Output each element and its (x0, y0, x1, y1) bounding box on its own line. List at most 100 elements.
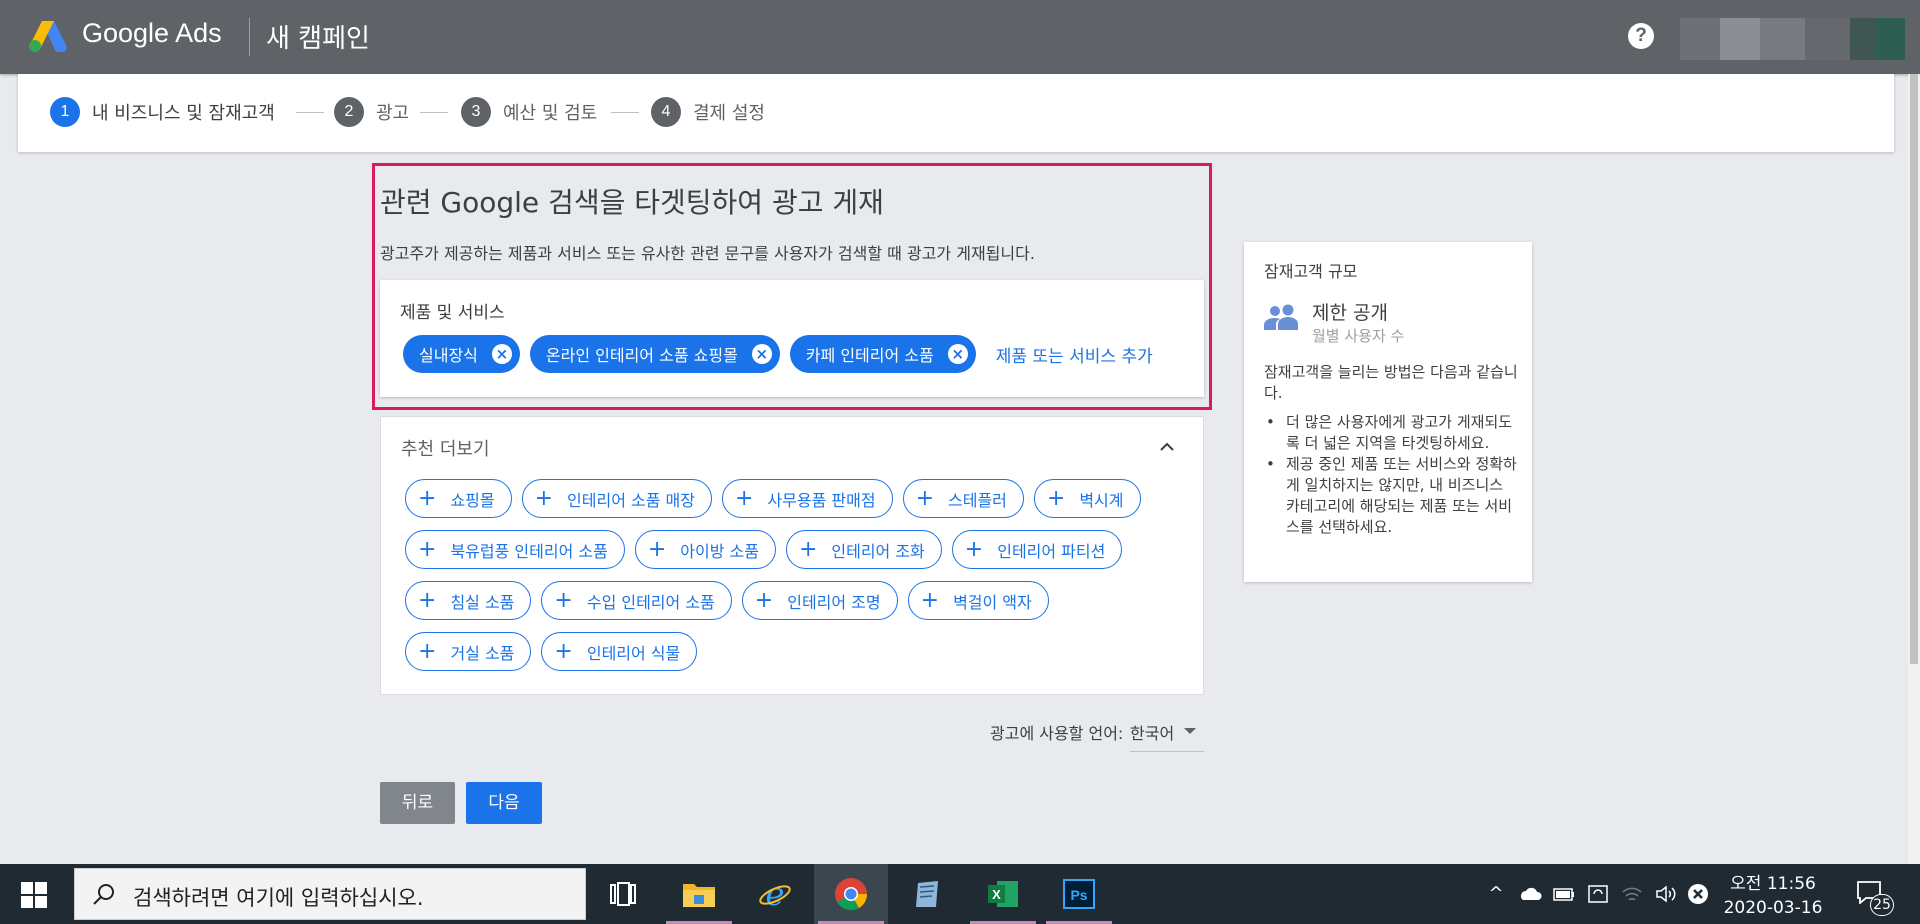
recommendation-chip[interactable]: + 거실 소품 (405, 632, 532, 671)
disconnected-icon[interactable] (1686, 882, 1710, 906)
plus-icon: + (734, 485, 754, 511)
recommendation-chip[interactable]: + 인테리어 조화 (785, 530, 942, 569)
taskbar-search-input[interactable]: 검색하려면 여기에 입력하십시오. (74, 868, 586, 920)
recommendation-chip[interactable]: + 스테플러 (902, 479, 1024, 518)
recommendation-chip[interactable]: + 인테리어 조명 (741, 581, 898, 620)
recommendation-chip[interactable]: + 벽걸이 액자 (907, 581, 1049, 620)
step-label: 결제 설정 (693, 103, 765, 124)
recommendation-chip[interactable]: + 침실 소품 (405, 581, 532, 620)
step-connector (611, 112, 639, 113)
sync-icon[interactable] (1586, 882, 1610, 906)
next-button[interactable]: 다음 (466, 782, 542, 824)
account-avatar[interactable] (1680, 18, 1905, 60)
internet-explorer-icon[interactable]: e (738, 864, 812, 924)
chevron-up-icon[interactable] (1155, 435, 1179, 459)
recommendation-chip[interactable]: + 쇼핑몰 (405, 479, 512, 518)
recommendations-title: 추천 더보기 (401, 439, 490, 460)
product-chip[interactable]: 카페 인테리어 소품 × (789, 335, 976, 373)
products-label: 제품 및 서비스 (400, 303, 505, 323)
recommendation-chip[interactable]: + 인테리어 식물 (541, 632, 698, 671)
page-title: 새 캠페인 (266, 24, 370, 54)
search-placeholder: 검색하려면 여기에 입력하십시오. (133, 886, 424, 910)
notepad-icon[interactable] (890, 864, 964, 924)
recommendation-chip[interactable]: + 벽시계 (1033, 479, 1141, 518)
add-product-link[interactable]: 제품 또는 서비스 추가 (996, 342, 1153, 367)
recommendation-chip[interactable]: + 북유럽풍 인테리어 소품 (405, 530, 625, 569)
step-ads[interactable]: 2 광고 (334, 97, 409, 127)
svg-text:e: e (766, 877, 785, 911)
step-billing[interactable]: 4 결제 설정 (651, 97, 765, 127)
scroll-thumb[interactable] (1910, 74, 1918, 664)
chrome-icon[interactable] (814, 864, 888, 924)
recommendation-chips: + 쇼핑몰 + 인테리어 소품 매장 + 사무용품 판매점 + 스테플러 + 벽시계 + 북유럽풍 인… (405, 479, 1185, 671)
chevron-up-icon[interactable]: ^ (1484, 882, 1508, 906)
step-budget[interactable]: 3 예산 및 검토 (461, 97, 597, 127)
notification-center-icon[interactable]: 25 (1856, 880, 1894, 916)
remove-icon[interactable]: × (751, 344, 772, 364)
windows-start-icon[interactable] (21, 882, 47, 908)
chip-label: 쇼핑몰 (450, 490, 495, 510)
file-explorer-icon[interactable] (662, 864, 736, 924)
remove-icon[interactable]: × (947, 344, 968, 364)
google-ads-logo[interactable] (28, 18, 68, 52)
chip-label: 인테리어 소품 매장 (567, 490, 695, 510)
plus-icon: + (554, 638, 573, 664)
wifi-icon[interactable] (1620, 882, 1644, 906)
excel-icon[interactable]: X (966, 864, 1040, 924)
task-view-icon[interactable] (586, 864, 660, 924)
battery-icon[interactable] (1552, 882, 1576, 906)
step-label: 내 비즈니스 및 잠재고객 (92, 103, 275, 124)
chip-label: 스테플러 (948, 490, 1007, 510)
step-number: 1 (50, 97, 80, 127)
photoshop-icon[interactable]: Ps (1042, 864, 1116, 924)
chip-label: 인테리어 파티션 (997, 541, 1106, 561)
remove-icon[interactable]: × (491, 344, 512, 364)
language-select[interactable]: 한국어 (1130, 718, 1204, 752)
notification-badge: 25 (1870, 894, 1894, 916)
chip-label: 인테리어 식물 (586, 643, 681, 663)
chip-label: 온라인 인테리어 소품 쇼핑몰 (545, 346, 738, 365)
chip-label: 아이방 소품 (680, 541, 759, 561)
page-scrollbar[interactable] (1908, 74, 1920, 864)
plus-icon: + (798, 536, 818, 562)
ie-glyph: e (759, 877, 791, 911)
svg-text:Ps: Ps (1070, 887, 1087, 903)
language-value: 한국어 (1130, 724, 1175, 743)
recommendation-chip[interactable]: + 인테리어 소품 매장 (521, 479, 712, 518)
windows-taskbar: 검색하려면 여기에 입력하십시오. e X Ps ^ 오전 11:56 2020… (0, 864, 1920, 924)
chip-label: 인테리어 조명 (787, 592, 881, 612)
top-app-bar: Google Ads 새 캠페인 ? (0, 0, 1920, 74)
header-divider (249, 18, 250, 56)
step-connector (296, 112, 324, 113)
section-title: 관련 Google 검색을 타겟팅하여 광고 게재 (380, 186, 884, 219)
recommendation-chip[interactable]: + 인테리어 파티션 (951, 530, 1123, 569)
people-icon (1264, 304, 1298, 330)
help-icon[interactable]: ? (1628, 23, 1654, 49)
plus-icon: + (754, 587, 774, 613)
svg-text:X: X (992, 887, 1001, 902)
plus-icon: + (1046, 485, 1066, 511)
section-description: 광고주가 제공하는 제품과 서비스 또는 유사한 관련 문구를 사용자가 검색할… (380, 244, 1035, 263)
onedrive-icon[interactable] (1518, 882, 1542, 906)
chip-label: 수입 인테리어 소품 (586, 592, 715, 612)
step-number: 2 (334, 97, 364, 127)
audience-size: 제한 공개 (1312, 302, 1388, 324)
recommendation-chip[interactable]: + 아이방 소품 (634, 530, 776, 569)
step-connector (420, 112, 448, 113)
taskbar-clock[interactable]: 오전 11:56 2020-03-16 (1718, 872, 1828, 920)
plus-icon: + (915, 485, 934, 511)
step-business[interactable]: 1 내 비즈니스 및 잠재고객 (50, 97, 275, 127)
back-button[interactable]: 뒤로 (380, 782, 455, 824)
chip-label: 거실 소품 (450, 643, 515, 663)
chip-label: 침실 소품 (450, 592, 515, 612)
volume-icon[interactable] (1654, 882, 1678, 906)
recommendation-chip[interactable]: + 수입 인테리어 소품 (541, 581, 732, 620)
chip-label: 벽걸이 액자 (953, 592, 1032, 612)
plus-icon: + (418, 536, 437, 562)
audience-size-subtitle: 월별 사용자 수 (1312, 327, 1405, 345)
product-chip[interactable]: 실내장식 × (403, 335, 520, 373)
chip-label: 인테리어 조화 (831, 541, 925, 561)
recommendation-chip[interactable]: + 사무용품 판매점 (721, 479, 893, 518)
audience-size-panel: 잠재고객 규모 제한 공개 월별 사용자 수 잠재고객을 늘리는 방법은 다음과… (1244, 242, 1532, 582)
product-chip[interactable]: 온라인 인테리어 소품 쇼핑몰 × (529, 335, 780, 373)
